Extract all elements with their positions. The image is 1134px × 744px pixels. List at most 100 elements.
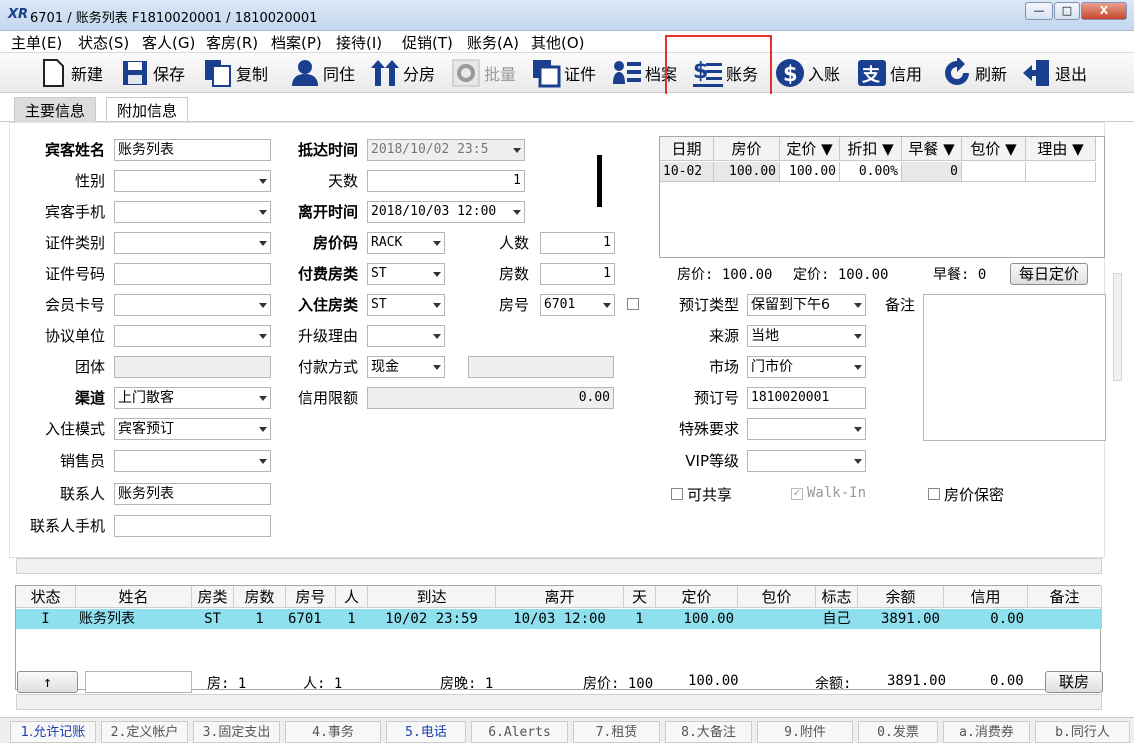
menu-guest[interactable]: 客人(G) [142,32,195,53]
list-header-balance[interactable]: 余额 [858,586,944,608]
list-cell-balance[interactable]: 3891.00 [858,609,944,629]
tab-affairs[interactable]: 4.事务 [285,721,381,743]
room-no-checkbox[interactable] [627,298,639,310]
minimize-button[interactable]: — [1025,2,1053,20]
cohabit-button[interactable]: 同住 [290,56,355,90]
rooms-input[interactable]: 1 [540,263,615,285]
menu-other[interactable]: 其他(O) [531,32,585,53]
rate-grid-cell-fixed[interactable]: 100.00 [780,162,840,182]
rate-grid-header-breakfast[interactable]: 早餐 ▼ [902,137,962,161]
contact-input[interactable]: 账务列表 [114,483,271,505]
new-button[interactable]: 新建 [38,56,103,90]
room-no-select[interactable]: 6701 [540,294,615,316]
list-cell-room-type[interactable]: ST [192,609,234,629]
sales-select[interactable] [114,450,271,472]
tab-allow-posting[interactable]: 1.允许记账 [10,721,96,743]
tab-invoice[interactable]: 0.发票 [858,721,938,743]
totals-search-input[interactable] [85,671,192,693]
list-cell-days[interactable]: 1 [624,609,656,629]
list-cell-arrival[interactable]: 10/02 23:59 [368,609,496,629]
list-cell-departure[interactable]: 10/03 12:00 [496,609,624,629]
close-button[interactable]: X [1081,2,1127,20]
rate-grid-header-discount[interactable]: 折扣 ▼ [840,137,902,161]
list-header-flag[interactable]: 标志 [816,586,858,608]
list-cell-status[interactable]: I [16,609,76,629]
persons-input[interactable]: 1 [540,232,615,254]
upgrade-select[interactable] [367,325,445,347]
split-button[interactable]: 分房 [370,56,435,90]
list-header-room-no[interactable]: 房号 [286,586,336,608]
list-cell-name[interactable]: 账务列表 [76,609,192,629]
refresh-button[interactable]: 刷新 [942,56,1007,90]
menu-room[interactable]: 客房(R) [206,32,258,53]
tab-main-info[interactable]: 主要信息 [14,97,97,122]
tab-extra-info[interactable]: 附加信息 [106,97,189,122]
shareable-checkbox[interactable] [671,488,683,500]
tab-attachments[interactable]: 9.附件 [757,721,853,743]
move-up-button[interactable]: ↑ [17,671,78,693]
list-header-fixed-rate[interactable]: 定价 [656,586,738,608]
arrival-input[interactable]: 2018/10/02 23:5 [367,139,525,161]
company-select[interactable] [114,325,271,347]
id-type-select[interactable] [114,232,271,254]
list-cell-flag[interactable]: 自己 [816,609,858,629]
list-header-days[interactable]: 天 [624,586,656,608]
list-header-remark[interactable]: 备注 [1028,586,1102,608]
rate-grid-header-package[interactable]: 包价 ▼ [962,137,1026,161]
tab-vouchers[interactable]: a.消费券 [943,721,1030,743]
list-cell-fixed-rate[interactable]: 100.00 [656,609,738,629]
share-room-button[interactable]: 联房 [1045,671,1103,693]
list-header-departure[interactable]: 离开 [496,586,624,608]
rate-grid-cell-reason[interactable] [1026,162,1096,182]
tab-companions[interactable]: b.同行人 [1035,721,1130,743]
rate-grid-header-date[interactable]: 日期 [660,137,714,161]
menu-accounts[interactable]: 账务(A) [467,32,519,53]
list-header-arrival[interactable]: 到达 [368,586,496,608]
vip-select[interactable] [747,450,866,472]
save-button[interactable]: 保存 [120,56,185,90]
source-select[interactable]: 当地 [747,325,866,347]
rate-grid-header-fixed[interactable]: 定价 ▼ [780,137,840,161]
list-header-status[interactable]: 状态 [16,586,76,608]
id-no-input[interactable] [114,263,271,285]
list-header-persons[interactable]: 人 [336,586,368,608]
menu-status[interactable]: 状态(S) [78,32,129,53]
checkin-mode-select[interactable]: 宾客预订 [114,418,271,440]
list-header-package[interactable]: 包价 [738,586,816,608]
rate-grid-header-rate[interactable]: 房价 [714,137,780,161]
posting-button[interactable]: $ 入账 [775,56,840,90]
form-horizontal-scrollbar[interactable] [16,558,1102,574]
days-input[interactable]: 1 [367,170,525,192]
list-header-room-type[interactable]: 房类 [192,586,234,608]
menu-main[interactable]: 主单(E) [11,32,62,53]
departure-input[interactable]: 2018/10/03 12:00 [367,201,525,223]
gender-select[interactable] [114,170,271,192]
tab-define-account[interactable]: 2.定义帐户 [101,721,188,743]
credit-button[interactable]: 支 信用 [857,56,922,90]
list-horizontal-scrollbar[interactable] [16,694,1102,710]
menu-reception[interactable]: 接待(I) [336,32,382,53]
exit-button[interactable]: 退出 [1022,56,1087,90]
list-header-name[interactable]: 姓名 [76,586,192,608]
tab-phone[interactable]: 5.电话 [386,721,466,743]
menu-archive[interactable]: 档案(P) [271,32,322,53]
list-cell-room-no[interactable]: 6701 [286,609,336,629]
market-select[interactable]: 门市价 [747,356,866,378]
certificate-button[interactable]: 证件 [531,56,596,90]
rate-grid-cell-discount[interactable]: 0.00% [840,162,902,182]
list-cell-remark[interactable] [1028,609,1102,629]
tab-alerts[interactable]: 6.Alerts [471,721,568,743]
rate-grid-cell-breakfast[interactable]: 0 [902,162,962,182]
form-vertical-scrollbar[interactable] [1113,273,1122,381]
menu-promotion[interactable]: 促销(T) [402,32,453,53]
rate-grid-cell-rate[interactable]: 100.00 [714,162,780,182]
batch-button[interactable]: 批量 [451,56,516,90]
channel-select[interactable]: 上门散客 [114,387,271,409]
rate-grid-cell-package[interactable] [962,162,1026,182]
daily-rate-button[interactable]: 每日定价 [1010,263,1088,285]
maximize-button[interactable]: □ [1054,2,1080,20]
list-cell-credit[interactable]: 0.00 [944,609,1028,629]
tab-big-remark[interactable]: 8.大备注 [665,721,752,743]
tab-fixed-charges[interactable]: 3.固定支出 [193,721,280,743]
payment-select[interactable]: 现金 [367,356,445,378]
